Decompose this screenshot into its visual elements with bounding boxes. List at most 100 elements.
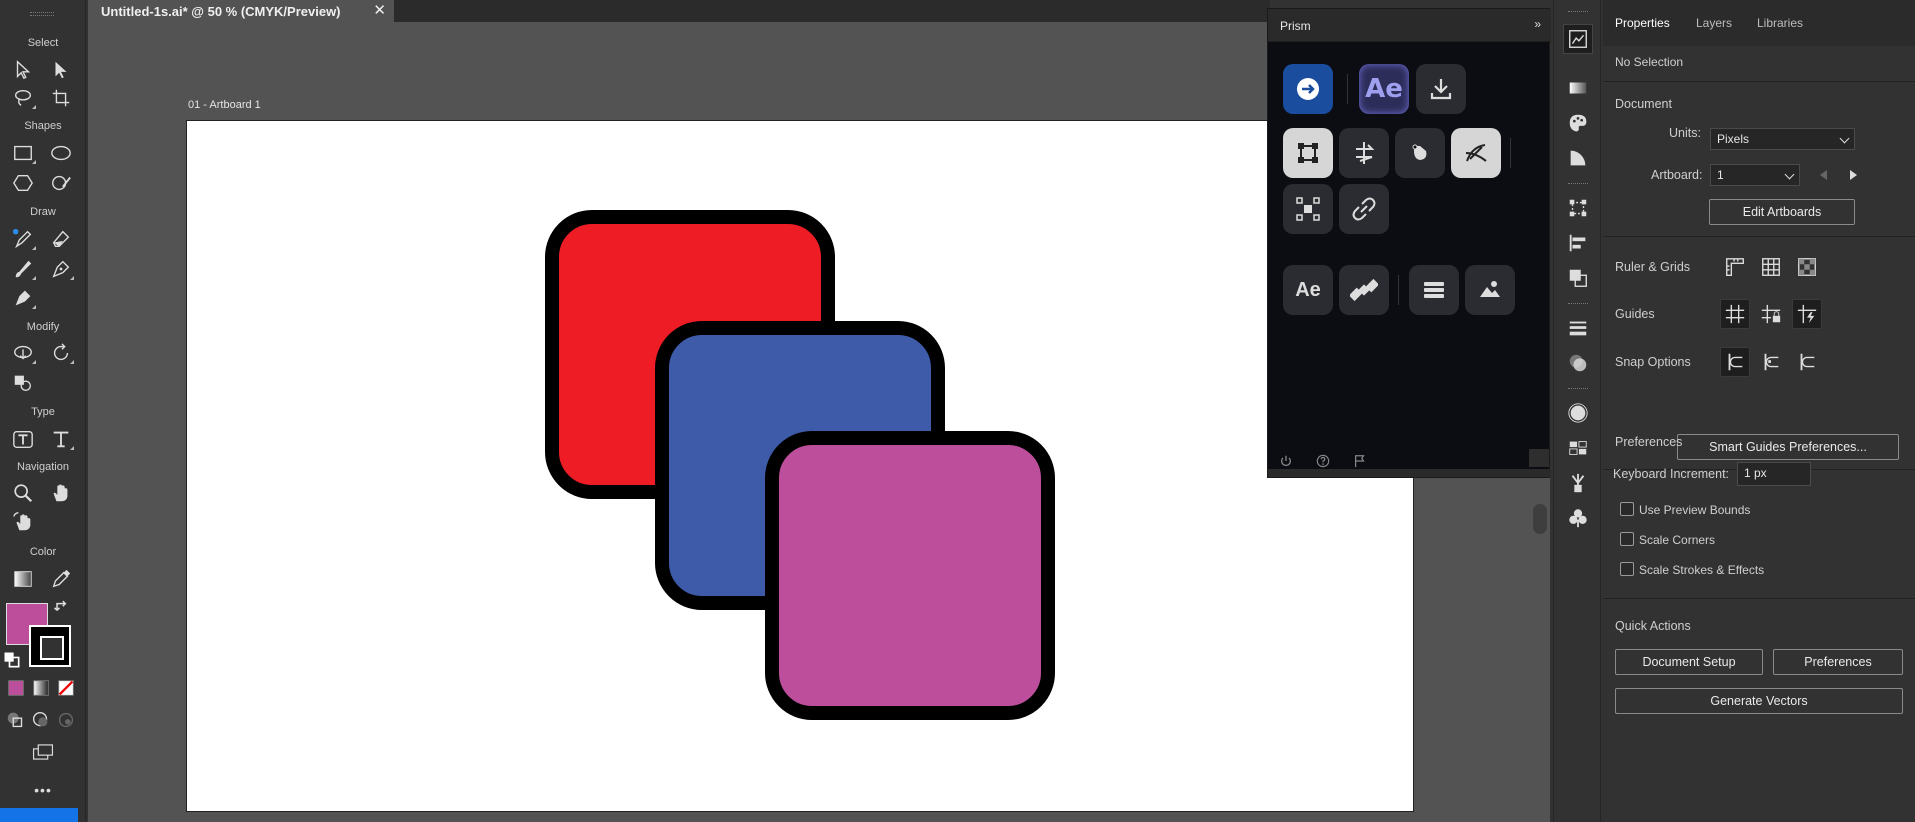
path-cut-button[interactable]	[1451, 128, 1501, 178]
keyboard-increment-field[interactable]: 1 px	[1737, 462, 1811, 486]
close-tab-icon[interactable]: ✕	[373, 1, 386, 19]
snap-to-pixel-icon[interactable]	[1756, 347, 1786, 377]
draw-behind-icon[interactable]	[29, 708, 53, 732]
after-effects-import-button[interactable]: Ae	[1283, 265, 1333, 315]
smart-guides-icon[interactable]	[1792, 299, 1822, 329]
edit-artboards-button[interactable]: Edit Artboards	[1709, 199, 1855, 225]
stroke-panel-icon[interactable]	[1566, 316, 1590, 340]
gradient-panel-icon[interactable]	[1566, 76, 1590, 100]
draw-normal-icon[interactable]	[4, 708, 28, 732]
none-mode-icon[interactable]	[54, 676, 78, 700]
use-preview-bounds-label[interactable]: Use Preview Bounds	[1639, 503, 1750, 517]
prism-panel-header[interactable]: Prism »	[1268, 9, 1551, 42]
artboard-select[interactable]: 1	[1710, 164, 1800, 186]
paintbrush-tool-icon[interactable]	[8, 255, 38, 283]
show-guides-icon[interactable]	[1720, 299, 1750, 329]
eraser-tool-icon[interactable]	[46, 225, 76, 253]
zoom-tool-icon[interactable]	[8, 479, 38, 507]
transparency-grid-icon[interactable]	[1792, 252, 1822, 282]
panel-grip[interactable]	[1568, 183, 1588, 186]
scale-corners-label[interactable]: Scale Corners	[1639, 533, 1715, 547]
grid-icon[interactable]	[1756, 252, 1786, 282]
lock-guides-icon[interactable]	[1756, 299, 1786, 329]
tab-layers[interactable]: Layers	[1696, 16, 1732, 30]
snap-to-point-icon[interactable]	[1720, 347, 1750, 377]
panel-grip[interactable]	[1568, 11, 1588, 14]
touch-type-tool-icon[interactable]	[8, 425, 38, 453]
shape-builder-tool-icon[interactable]	[8, 369, 38, 397]
rotate-tool-icon[interactable]	[46, 339, 76, 367]
eyedropper-tool-icon[interactable]	[46, 565, 76, 593]
flag-icon[interactable]	[1352, 453, 1368, 469]
pathfinder-panel-icon[interactable]	[1566, 266, 1590, 290]
units-select[interactable]: Pixels	[1710, 128, 1855, 150]
artboard-label[interactable]: 01 - Artboard 1	[188, 99, 261, 111]
tab-properties[interactable]: Properties	[1615, 16, 1670, 30]
preferences-button[interactable]: Preferences	[1773, 649, 1903, 675]
rotate-view-tool-icon[interactable]	[8, 508, 38, 536]
width-tool-icon[interactable]	[8, 339, 38, 367]
scale-strokes-effects-label[interactable]: Scale Strokes & Effects	[1639, 563, 1764, 577]
lasso-tool-icon[interactable]	[8, 84, 38, 112]
snap-to-glyph-icon[interactable]	[1792, 347, 1822, 377]
gradient-tool-icon[interactable]	[8, 565, 38, 593]
selection-tool-icon[interactable]	[8, 56, 38, 84]
after-effects-button[interactable]: Ae	[1359, 64, 1409, 114]
curvature-tool-icon[interactable]	[8, 284, 38, 312]
direct-selection-tool-icon[interactable]	[46, 56, 76, 84]
polygon-tool-icon[interactable]	[8, 169, 38, 197]
touch-workspace-indicator[interactable]	[0, 808, 78, 822]
image-button[interactable]	[1465, 265, 1515, 315]
transparency-panel-icon[interactable]	[1566, 351, 1590, 375]
layers-stack-button[interactable]	[1409, 265, 1459, 315]
scale-corners-checkbox[interactable]	[1620, 532, 1634, 546]
appearance-panel-icon[interactable]	[1566, 401, 1590, 425]
artboard-tool-icon[interactable]	[46, 84, 76, 112]
default-fill-stroke-icon[interactable]	[2, 650, 22, 670]
explode-group-button[interactable]	[1283, 184, 1333, 234]
symbols-panel-icon[interactable]	[1566, 506, 1590, 530]
gradient-mode-icon[interactable]	[29, 676, 53, 700]
transform-panel-icon[interactable]	[1566, 196, 1590, 220]
align-panel-icon[interactable]	[1566, 231, 1590, 255]
ellipse-tool-icon[interactable]	[46, 139, 76, 167]
edit-toolbar-button[interactable]: •••	[0, 782, 86, 798]
generate-vectors-button[interactable]: Generate Vectors	[1615, 688, 1903, 714]
draw-inside-icon[interactable]	[54, 708, 78, 732]
vertical-scrollbar-thumb[interactable]	[1533, 504, 1547, 534]
hand-tool-icon[interactable]	[46, 479, 76, 507]
swap-fill-stroke-icon[interactable]	[52, 597, 72, 617]
document-tab[interactable]: Untitled-1s.ai* @ 50 % (CMYK/Preview) ✕	[88, 0, 394, 22]
artboard[interactable]	[186, 120, 1414, 812]
transform-bounds-button[interactable]	[1283, 128, 1333, 178]
shaper-tool-icon[interactable]	[46, 169, 76, 197]
brushes-panel-icon[interactable]	[1566, 471, 1590, 495]
tab-libraries[interactable]: Libraries	[1757, 16, 1803, 30]
color-panel-icon[interactable]	[1566, 111, 1590, 135]
panel-grip[interactable]	[1568, 388, 1588, 391]
pen-tool-icon[interactable]	[46, 255, 76, 283]
help-icon[interactable]	[1315, 453, 1331, 469]
smart-guides-preferences-button[interactable]: Smart Guides Preferences...	[1677, 434, 1899, 460]
power-icon[interactable]	[1278, 453, 1294, 469]
scale-strokes-effects-checkbox[interactable]	[1620, 562, 1634, 576]
prism-send-button[interactable]	[1283, 64, 1333, 114]
graphic-styles-panel-icon[interactable]	[1566, 436, 1590, 460]
screen-mode-icon[interactable]	[26, 738, 60, 766]
color-guide-panel-icon[interactable]	[1566, 146, 1590, 170]
stroke-color-swatch[interactable]	[29, 625, 71, 667]
rectangle-tool-icon[interactable]	[8, 139, 38, 167]
properties-panel-icon[interactable]	[1563, 24, 1593, 54]
satellite-button[interactable]	[1339, 265, 1389, 315]
rulers-icon[interactable]	[1720, 252, 1750, 282]
panel-resize-handle[interactable]	[1529, 449, 1549, 467]
document-setup-button[interactable]: Document Setup	[1615, 649, 1763, 675]
panel-grip[interactable]	[30, 12, 54, 16]
panel-grip[interactable]	[1568, 303, 1588, 306]
next-artboard-icon[interactable]	[1850, 170, 1857, 180]
align-distribute-button[interactable]	[1339, 128, 1389, 178]
shape-point-button[interactable]	[1395, 128, 1445, 178]
use-preview-bounds-checkbox[interactable]	[1620, 502, 1634, 516]
pencil-tool-icon[interactable]	[8, 225, 38, 253]
download-button[interactable]	[1416, 64, 1466, 114]
